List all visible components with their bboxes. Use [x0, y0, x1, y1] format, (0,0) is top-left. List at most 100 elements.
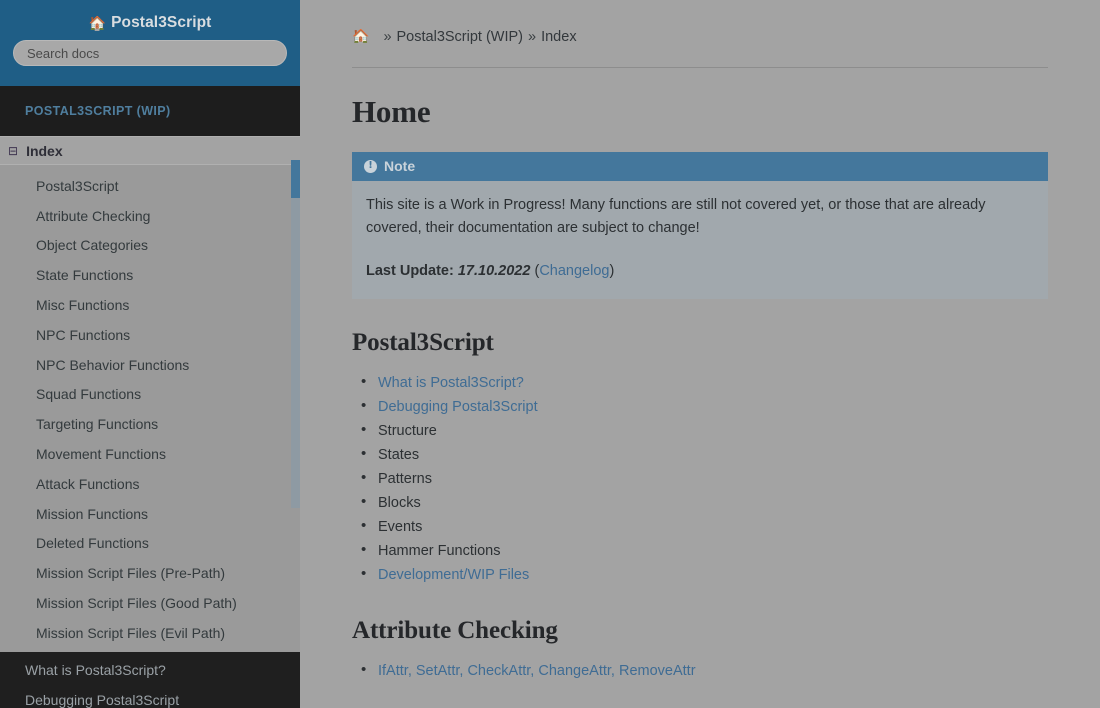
sidebar-item-6[interactable]: NPC Behavior Functions: [0, 350, 300, 380]
sidebar-item-label: Mission Functions: [36, 505, 149, 522]
sidebar-item-9[interactable]: Movement Functions: [0, 439, 300, 469]
sidebar-item-label: Mission Script Files (Good Path): [36, 595, 237, 612]
sidebar-dark-item-1[interactable]: Debugging Postal3Script: [0, 685, 300, 708]
sidebar-nav-current: ⊟ Index Postal3Script Attribute Checking O…: [0, 136, 300, 652]
sidebar-caption-label: POSTAL3SCRIPT (WIP): [25, 104, 171, 118]
breadcrumb-item-1: Index: [541, 28, 577, 45]
list-item: What is Postal3Script?: [352, 370, 1100, 395]
document-sections: Postal3Script What is Postal3Script? Debug…: [352, 329, 1100, 683]
sidebar-item-label: Postal3Script: [36, 177, 119, 194]
list-item: Debugging Postal3Script: [352, 394, 1100, 419]
sidebar-item-label: Mission Script Files (Pre-Path): [36, 565, 226, 582]
home-icon: 🏠: [88, 15, 107, 31]
list-item: Blocks: [352, 490, 1100, 515]
sidebar-item-label: Object Categories: [36, 237, 149, 254]
sidebar-dark-item-label: What is Postal3Script?: [25, 661, 166, 678]
sidebar-item-label: Targeting Functions: [36, 416, 159, 433]
note-last-update: Last Update: 17.10.2022 (Changelog): [366, 260, 1034, 283]
sidebar-item-0[interactable]: Postal3Script: [0, 171, 300, 201]
list-item: Hammer Functions: [352, 538, 1100, 563]
sidebar-nav-dark: What is Postal3Script? Debugging Postal3S…: [0, 651, 300, 708]
breadcrumb-divider: [352, 67, 1048, 68]
sidebar-item-11[interactable]: Mission Functions: [0, 499, 300, 529]
breadcrumb-separator-1: »: [528, 28, 537, 45]
changelog-close-paren: ): [609, 262, 615, 279]
list-item: Events: [352, 514, 1100, 539]
section-list: IfAttr, SetAttr, CheckAttr, ChangeAttr, …: [352, 658, 1100, 683]
section-heading: Postal3Script: [352, 329, 494, 357]
note-admonition-body: This site is a Work in Progress! Many fu…: [352, 181, 1048, 299]
home-icon[interactable]: 🏠: [352, 28, 369, 45]
sidebar-item-label: Deleted Functions: [36, 535, 149, 552]
section-text: States: [378, 447, 420, 464]
sidebar-item-index[interactable]: ⊟ Index: [0, 136, 300, 165]
breadcrumb: 🏠 » Postal3Script (WIP) » Index: [300, 0, 1100, 45]
section-text: Patterns: [378, 471, 432, 488]
section-text: Structure: [378, 423, 437, 440]
sidebar-item-8[interactable]: Targeting Functions: [0, 409, 300, 439]
list-item: IfAttr, SetAttr, CheckAttr, ChangeAttr, …: [352, 658, 1100, 683]
changelog-link[interactable]: Changelog: [539, 263, 609, 279]
brand-link[interactable]: 🏠 Postal3Script: [0, 0, 300, 32]
sidebar-item-label: NPC Behavior Functions: [36, 356, 190, 373]
sidebar-dark-item-label: Debugging Postal3Script: [25, 691, 180, 708]
sidebar-item-1[interactable]: Attribute Checking: [0, 201, 300, 231]
sidebar-item-5[interactable]: NPC Functions: [0, 320, 300, 350]
document-body: Home ! Note This site is a Work in Progr…: [300, 94, 1100, 683]
sidebar-item-label: Attribute Checking: [36, 207, 151, 224]
sidebar-item-label: Squad Functions: [36, 386, 142, 403]
sidebar-item-label: NPC Functions: [36, 326, 131, 343]
note-admonition-title: Note: [384, 158, 416, 174]
note-paragraph: This site is a Work in Progress! Many fu…: [366, 197, 986, 237]
sidebar-scrollbar-thumb[interactable]: [291, 160, 300, 198]
list-item: States: [352, 442, 1100, 467]
search-input[interactable]: [13, 40, 287, 66]
sidebar-item-13[interactable]: Mission Script Files (Pre-Path): [0, 558, 300, 588]
page-title: Home: [352, 94, 431, 129]
sidebar-item-label: Mission Script Files (Evil Path): [36, 624, 226, 641]
section-link[interactable]: IfAttr, SetAttr, CheckAttr, ChangeAttr, …: [378, 663, 696, 679]
section-heading: Attribute Checking: [352, 617, 558, 645]
sidebar-item-label: Movement Functions: [36, 446, 166, 463]
main-content: 🏠 » Postal3Script (WIP) » Index Home ! N…: [300, 0, 1100, 708]
sidebar-item-index-label: Index: [26, 142, 63, 159]
sidebar-item-10[interactable]: Attack Functions: [0, 469, 300, 499]
last-update-date: 17.10.2022: [457, 262, 531, 279]
note-admonition: ! Note This site is a Work in Progress! …: [352, 152, 1048, 300]
sidebar-item-12[interactable]: Deleted Functions: [0, 529, 300, 559]
section-link[interactable]: Debugging Postal3Script: [378, 399, 538, 415]
note-admonition-header: ! Note: [352, 152, 1048, 181]
last-update-label: Last Update:: [366, 262, 454, 279]
list-item: Patterns: [352, 466, 1100, 491]
sidebar-item-label: Attack Functions: [36, 475, 140, 492]
section-link[interactable]: Development/WIP Files: [378, 567, 529, 583]
sidebar-caption: POSTAL3SCRIPT (WIP): [0, 86, 300, 136]
brand-title: Postal3Script: [111, 14, 212, 31]
minus-square-icon[interactable]: ⊟: [8, 145, 18, 157]
section-text: Blocks: [378, 495, 421, 512]
section-list: What is Postal3Script? Debugging Postal3S…: [352, 370, 1100, 587]
section-text: Events: [378, 519, 423, 536]
sidebar-sub-nav: Postal3Script Attribute Checking Object Ca…: [0, 165, 300, 652]
sidebar-item-7[interactable]: Squad Functions: [0, 380, 300, 410]
sidebar-dark-item-0[interactable]: What is Postal3Script?: [0, 655, 300, 685]
section-link[interactable]: What is Postal3Script?: [378, 375, 524, 391]
list-item: Development/WIP Files: [352, 562, 1100, 587]
sidebar-item-4[interactable]: Misc Functions: [0, 290, 300, 320]
sidebar-header: 🏠 Postal3Script: [0, 0, 300, 86]
sidebar-item-3[interactable]: State Functions: [0, 260, 300, 290]
sidebar-item-15[interactable]: Mission Script Files (Evil Path): [0, 618, 300, 648]
sidebar-scrollbar[interactable]: [291, 160, 300, 508]
sidebar-item-14[interactable]: Mission Script Files (Good Path): [0, 588, 300, 618]
sidebar-item-label: State Functions: [36, 267, 134, 284]
list-item: Structure: [352, 418, 1100, 443]
documentation-page: 🏠Postal3Script POSTAL3SCRIPT (WIP) ⊟ Ind…: [0, 0, 1100, 708]
section-text: Hammer Functions: [378, 543, 501, 560]
search-container: [0, 32, 300, 66]
sidebar-item-2[interactable]: Object Categories: [0, 231, 300, 261]
breadcrumb-item-0[interactable]: Postal3Script (WIP): [397, 29, 524, 45]
breadcrumb-separator-0: »: [383, 28, 392, 45]
sidebar-item-label: Misc Functions: [36, 297, 130, 314]
exclamation-circle-icon: !: [364, 159, 377, 173]
sidebar: 🏠Postal3Script POSTAL3SCRIPT (WIP) ⊟ Ind…: [0, 0, 300, 708]
